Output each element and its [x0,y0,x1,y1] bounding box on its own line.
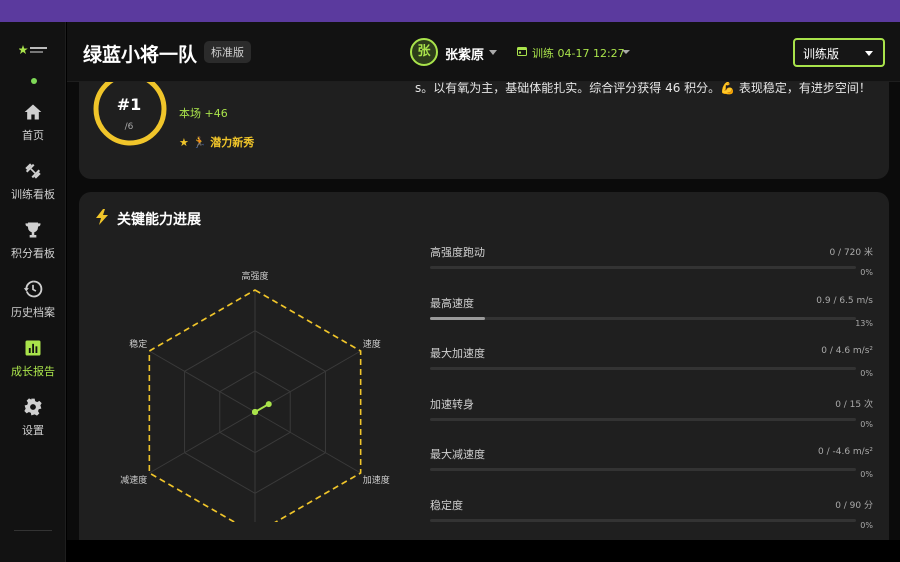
metric-progress-track [430,266,856,269]
gear-icon [24,398,42,416]
radar-axis-label: 加速度 [363,474,390,486]
bar-chart-icon [25,340,41,356]
metric-percent: 0% [860,520,873,530]
radar-axis-line [254,411,361,474]
lightning-icon [96,209,108,225]
sidebar-item-history[interactable]: 历史档案 [0,279,66,337]
sidebar-item-points[interactable]: 积分看板 [0,220,66,278]
metric-row: 最高速度 0.9 / 6.5 m/s 13% [430,295,873,345]
metric-progress-track [430,468,856,471]
player-tag-label: 潜力新秀 [210,136,255,149]
online-indicator [31,78,37,84]
team-title: 绿蓝小将一队 [83,44,198,66]
sidebar-item-label: 首页 [22,129,44,142]
session-selector[interactable]: 训练 04-17 12:27 [532,45,625,61]
ability-progress-card: 关键能力进展 高强度速度加速度转身减速度稳定 高强度跑动0 / 720 米0%最… [79,192,889,540]
calendar-icon [517,47,527,56]
metric-progress-track [430,367,856,370]
metric-percent: 0% [860,369,873,378]
ability-radar-chart: 高强度速度加速度转身减速度稳定 [120,270,390,522]
app-header: 绿蓝小将一队 标准版 张 张紫原 训练 04-17 12:27 训练版 [67,22,900,82]
metric-value: 0 / -4.6 m/s² [818,447,873,457]
summary-text: s。以有氧为主，基础体能扎实。综合评分获得 46 积分。💪 表现稳定，有进步空间… [415,82,871,95]
runner-icon: 🏃 [192,136,207,149]
metric-row: 加速转身 0 / 15 次 0% [430,396,873,446]
sidebar-item-growth-report[interactable]: 成长报告 [0,338,66,396]
version-select-value: 训练版 [803,47,840,61]
sidebar-item-label: 历史档案 [11,306,55,319]
radar-axis-line [149,350,256,413]
trophy-icon [25,222,41,238]
star-icon: ★ [179,136,189,149]
home-icon [24,104,42,120]
sidebar-item-home[interactable]: 首页 [0,102,66,160]
section-title: 关键能力进展 [117,212,201,228]
radar-axis-line [149,411,256,474]
sidebar-item-label: 成长报告 [11,365,55,378]
history-icon [23,280,43,298]
sidebar-item-label: 训练看板 [11,188,55,201]
radar-data-point [252,409,258,415]
player-tag: ★ 🏃 潜力新秀 [179,134,254,150]
chevron-down-icon [865,51,873,56]
version-select[interactable]: 训练版 [793,38,885,67]
metric-row: 高强度跑动 0 / 720 米 0% [430,244,873,294]
metric-progress-track [430,417,856,421]
sidebar-item-settings[interactable]: 设置 [0,397,66,455]
radar-axis-label: 稳定 [129,338,147,350]
metric-percent: 0% [860,419,873,429]
dumbbell-icon [25,163,41,179]
sidebar-item-training[interactable]: 训练看板 [0,161,66,219]
player-selector[interactable]: 张紫原 [445,44,484,63]
plan-badge: 标准版 [204,41,251,63]
metric-value: 0 / 15 次 [835,399,873,410]
chevron-down-icon[interactable] [622,50,630,54]
radar-axis-label: 高强度 [241,270,268,282]
radar-data-point [265,401,272,408]
radar-axis-label: 减速度 [120,474,147,486]
metric-row: 最大加速度 0 / 4.6 m/s² 0% [430,345,873,395]
metric-progress-fill [430,316,486,320]
metric-percent: 13% [855,318,873,328]
bottom-bar [67,540,900,562]
metric-value: 0.9 / 6.5 m/s [816,295,873,306]
metric-value: 0 / 720 米 [829,248,873,258]
sidebar: 首页 训练看板 积分看板 历史档案 成长报告 设置 [0,22,66,562]
chevron-down-icon[interactable] [489,50,497,55]
metric-name: 最大加速度 [430,347,485,360]
metric-value: 0 / 90 分 [835,500,873,511]
rank-number: #1 [116,95,142,114]
radar-axis-label: 速度 [363,338,381,350]
sidebar-divider [14,530,52,531]
status-bar [0,0,900,22]
avatar[interactable]: 张 [410,38,438,66]
metric-percent: 0% [860,268,873,277]
sidebar-item-label: 积分看板 [11,247,55,260]
metric-name: 加速转身 [430,397,474,411]
metric-name: 稳定度 [430,498,463,512]
app-logo [19,45,47,54]
rank-ring [93,82,167,146]
metric-row: 最大减速度 0 / -4.6 m/s² 0% [430,446,873,496]
metric-name: 最高速度 [430,296,474,310]
main-content: #1 /6 本场 +46 ★ 🏃 潜力新秀 s。以有氧为主，基础体能扎实。综合评… [67,82,900,540]
metric-row: 稳定度 0 / 90 分 0% [430,497,873,541]
metric-progress-track [430,518,856,522]
metric-name: 最大减速度 [430,448,485,461]
score-delta: 本场 +46 [179,107,228,120]
metric-name: 高强度跑动 [430,246,485,259]
match-summary-card: #1 /6 本场 +46 ★ 🏃 潜力新秀 s。以有氧为主，基础体能扎实。综合评… [79,82,889,179]
metric-progress-track [430,316,856,320]
rank-total: /6 [124,122,134,132]
sidebar-item-label: 设置 [22,424,44,437]
metric-value: 0 / 4.6 m/s² [821,346,873,356]
metric-percent: 0% [860,470,873,479]
